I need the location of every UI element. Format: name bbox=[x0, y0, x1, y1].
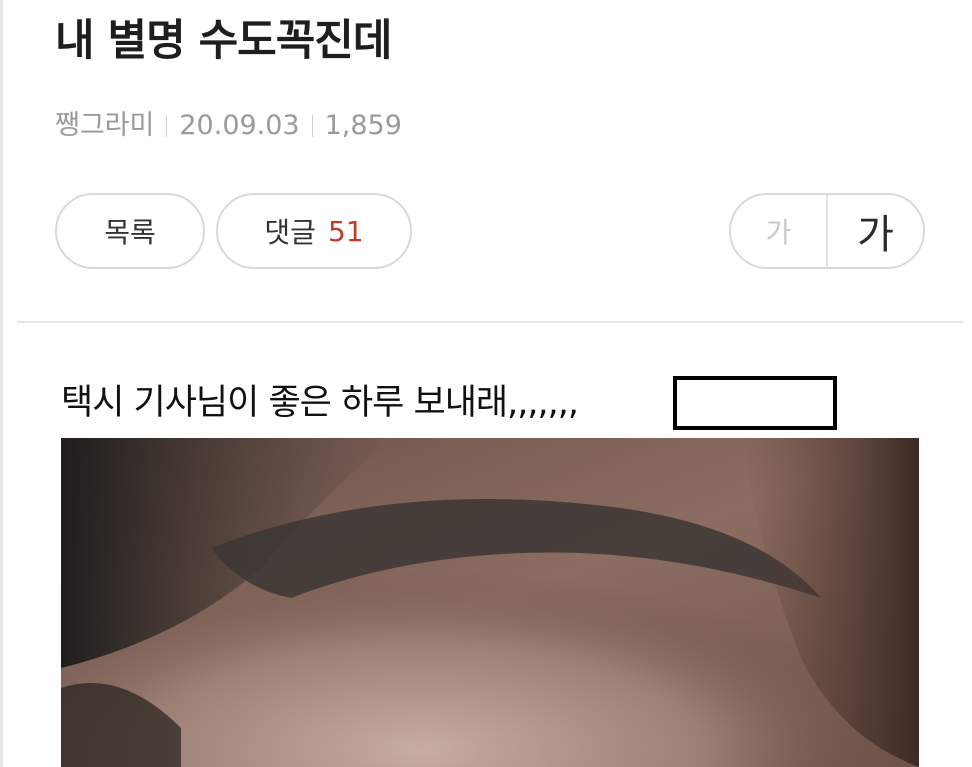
redaction-box bbox=[673, 376, 837, 430]
font-size-large-label: 가 bbox=[857, 212, 894, 258]
font-size-large-button[interactable]: 가 bbox=[828, 195, 923, 267]
font-size-small-label: 가 bbox=[765, 216, 792, 249]
list-button[interactable]: 목록 bbox=[55, 193, 205, 269]
meta-separator bbox=[166, 115, 168, 137]
view-count: 1,859 bbox=[324, 110, 402, 141]
comment-count: 51 bbox=[327, 214, 364, 248]
face-photo-icon bbox=[61, 438, 919, 767]
font-size-small-button[interactable]: 가 bbox=[731, 195, 828, 267]
font-size-toggle: 가 가 bbox=[729, 193, 925, 269]
content-divider bbox=[17, 321, 963, 323]
comment-button-label: 댓글 bbox=[264, 216, 316, 249]
post-image bbox=[61, 438, 919, 767]
list-button-label: 목록 bbox=[104, 216, 156, 249]
post-title: 내 별명 수도꼭진데 bbox=[55, 16, 392, 66]
author-name[interactable]: 쨍그라미 bbox=[55, 104, 154, 148]
post-page: 내 별명 수도꼭진데 쨍그라미 20.09.03 1,859 목록 댓글 51 … bbox=[0, 0, 972, 767]
post-date: 20.09.03 bbox=[179, 110, 300, 141]
post-meta: 쨍그라미 20.09.03 1,859 bbox=[55, 104, 402, 148]
post-body-text: 택시 기사님이 좋은 하루 보내래,,,,,,, bbox=[61, 383, 579, 423]
comment-button[interactable]: 댓글 51 bbox=[216, 193, 412, 269]
meta-separator bbox=[311, 115, 313, 137]
